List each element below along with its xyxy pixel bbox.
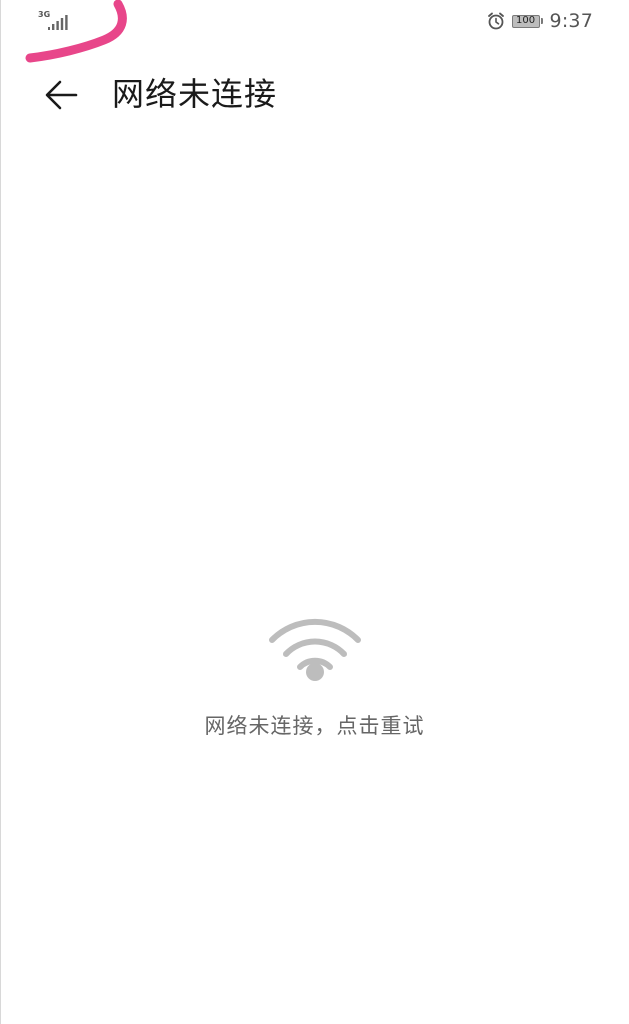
battery-icon: 100: [511, 14, 544, 29]
status-right-group: 100 9:37: [486, 9, 593, 33]
alarm-icon: [487, 12, 504, 30]
retry-area[interactable]: 网络未连接，点击重试: [0, 612, 629, 740]
battery-level: 100: [511, 14, 540, 28]
status-bar: 3G 100 9:37: [0, 0, 629, 63]
app-header: 网络未连接: [0, 60, 629, 130]
wifi-icon: [268, 618, 361, 681]
page-title: 网络未连接: [112, 75, 278, 113]
retry-message[interactable]: 网络未连接，点击重试: [0, 712, 629, 740]
screen-edge: [0, 0, 1, 1024]
back-arrow-icon: [45, 80, 78, 110]
back-button[interactable]: [40, 74, 84, 118]
status-time: 9:37: [549, 10, 593, 32]
